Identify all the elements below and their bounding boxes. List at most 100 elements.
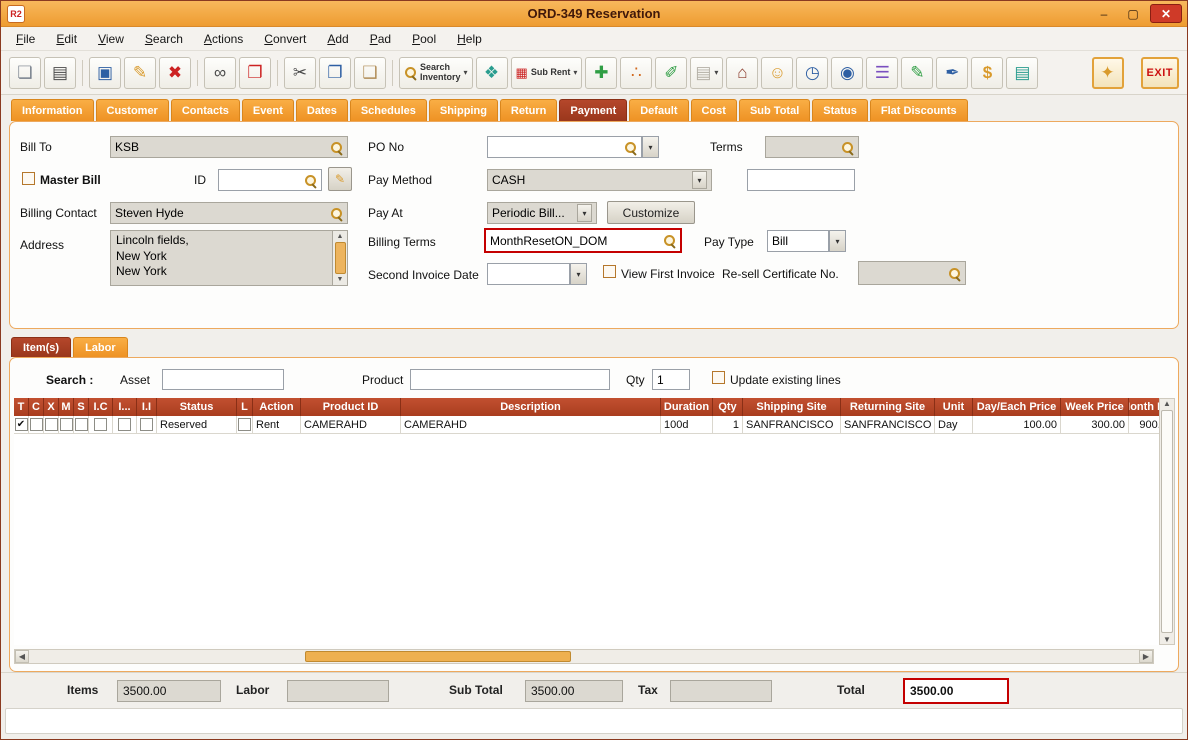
menu-pad[interactable]: Pad bbox=[370, 32, 391, 46]
catalog-button[interactable]: ☰ bbox=[866, 56, 899, 89]
billing-contact-field[interactable]: Steven Hyde bbox=[110, 202, 348, 224]
batch-print-button[interactable]: ▤ ▾ bbox=[690, 56, 724, 89]
customize-button[interactable]: Customize bbox=[607, 201, 695, 224]
close-button[interactable]: ✕ bbox=[1150, 4, 1182, 23]
row-ii-checkbox[interactable] bbox=[140, 418, 153, 431]
search-icon[interactable] bbox=[624, 141, 637, 154]
column-header-action[interactable]: Action bbox=[253, 398, 301, 416]
chevron-down-icon[interactable]: ▾ bbox=[573, 68, 577, 77]
kit-button[interactable]: ∴ bbox=[620, 56, 653, 89]
tab-contacts[interactable]: Contacts bbox=[170, 99, 240, 121]
column-header-description[interactable]: Description bbox=[401, 398, 661, 416]
menu-file[interactable]: File bbox=[16, 32, 35, 46]
tab-event[interactable]: Event bbox=[241, 99, 294, 121]
find-in-page-button[interactable]: ❐ bbox=[239, 56, 271, 89]
column-header-status[interactable]: Status bbox=[157, 398, 237, 416]
po-no-dropdown[interactable]: ▾ bbox=[642, 136, 659, 158]
column-header-i[interactable]: I... bbox=[113, 398, 137, 416]
chevron-down-icon[interactable]: ▾ bbox=[714, 68, 718, 77]
media-button[interactable]: ◉ bbox=[831, 56, 864, 89]
column-header-c[interactable]: C bbox=[29, 398, 44, 416]
search-icon[interactable] bbox=[841, 141, 854, 154]
chevron-down-icon[interactable]: ▾ bbox=[464, 68, 468, 77]
row-ic-checkbox[interactable] bbox=[94, 418, 107, 431]
tab-shipping[interactable]: Shipping bbox=[428, 99, 498, 121]
row-x-checkbox[interactable] bbox=[44, 418, 58, 431]
menu-convert[interactable]: Convert bbox=[264, 32, 306, 46]
tab-customer[interactable]: Customer bbox=[95, 99, 169, 121]
product-input[interactable] bbox=[410, 369, 610, 390]
update-existing-lines-checkbox[interactable] bbox=[712, 371, 725, 384]
items-horizontal-scrollbar[interactable]: ◀ ▶ bbox=[14, 649, 1154, 664]
column-header-unit[interactable]: Unit bbox=[935, 398, 973, 416]
qty-input[interactable]: 1 bbox=[652, 369, 690, 390]
view-first-invoice-checkbox[interactable] bbox=[603, 265, 616, 278]
row-t-checkbox[interactable]: ✔ bbox=[14, 418, 28, 431]
payment-button[interactable]: $ bbox=[971, 56, 1004, 89]
row-m-checkbox[interactable] bbox=[59, 418, 73, 431]
copy-button[interactable]: ❐ bbox=[319, 56, 351, 89]
menu-edit[interactable]: Edit bbox=[56, 32, 77, 46]
chevron-down-icon[interactable]: ▾ bbox=[577, 204, 592, 222]
column-header-product-id[interactable]: Product ID bbox=[301, 398, 401, 416]
pay-type-combo[interactable]: Bill bbox=[767, 230, 829, 252]
paste-button[interactable]: ❑ bbox=[354, 56, 386, 89]
table-row[interactable]: ✔ Reserved Rent CAMERAHD CAMERAHD 100d 1… bbox=[14, 416, 1160, 434]
save-button[interactable]: ▣ bbox=[89, 56, 121, 89]
row-c-checkbox[interactable] bbox=[29, 418, 43, 431]
row-i-checkbox[interactable] bbox=[118, 418, 131, 431]
column-header-duration[interactable]: Duration bbox=[661, 398, 713, 416]
pay-method-combo[interactable]: CASH ▾ bbox=[487, 169, 712, 191]
asset-input[interactable] bbox=[162, 369, 284, 390]
invoice-button[interactable]: ⌂ bbox=[726, 56, 759, 89]
scroll-down-icon[interactable]: ▼ bbox=[1163, 635, 1171, 644]
scrollbar-thumb[interactable] bbox=[1161, 410, 1173, 633]
exit-button[interactable]: EXIT bbox=[1140, 56, 1179, 89]
scroll-down-icon[interactable]: ▼ bbox=[337, 275, 344, 284]
column-header-x[interactable]: X bbox=[44, 398, 59, 416]
scrollbar-thumb[interactable] bbox=[334, 242, 346, 274]
pay-type-dropdown[interactable]: ▾ bbox=[829, 230, 846, 252]
tab-return[interactable]: Return bbox=[499, 99, 558, 121]
pay-method-extra-field[interactable] bbox=[747, 169, 855, 191]
master-key-button[interactable]: ✦ bbox=[1091, 56, 1124, 89]
search-icon[interactable] bbox=[948, 267, 961, 280]
scroll-up-icon[interactable]: ▲ bbox=[1163, 399, 1171, 408]
scroll-left-icon[interactable]: ◀ bbox=[15, 650, 29, 663]
row-l-checkbox[interactable] bbox=[238, 418, 251, 431]
pay-at-combo[interactable]: Periodic Bill... ▾ bbox=[487, 202, 597, 224]
tab-items[interactable]: Item(s) bbox=[11, 337, 72, 357]
tab-sub-total[interactable]: Sub Total bbox=[738, 99, 811, 121]
address-scrollbar[interactable]: ▲ ▼ bbox=[332, 231, 347, 285]
tab-flat-discounts[interactable]: Flat Discounts bbox=[869, 99, 968, 121]
chevron-down-icon[interactable]: ▾ bbox=[692, 171, 707, 189]
menu-actions[interactable]: Actions bbox=[204, 32, 243, 46]
column-header-returning-site[interactable]: Returning Site bbox=[841, 398, 935, 416]
search-icon[interactable] bbox=[330, 141, 343, 154]
column-header-month-price[interactable]: Month Price bbox=[1129, 398, 1160, 416]
tab-information[interactable]: Information bbox=[11, 99, 94, 121]
items-vertical-scrollbar[interactable]: ▲ ▼ bbox=[1159, 398, 1175, 645]
tab-labor[interactable]: Labor bbox=[73, 337, 128, 357]
search-inventory-button[interactable]: Search Inventory ▾ bbox=[399, 56, 473, 89]
column-header-m[interactable]: M bbox=[59, 398, 74, 416]
search-icon[interactable] bbox=[330, 207, 343, 220]
tab-cost[interactable]: Cost bbox=[690, 99, 737, 121]
edit-notes-button[interactable]: ✎ bbox=[901, 56, 934, 89]
id-field[interactable] bbox=[218, 169, 322, 191]
column-header-l[interactable]: L bbox=[237, 398, 253, 416]
maximize-button[interactable]: ▢ bbox=[1121, 4, 1145, 23]
minimize-button[interactable]: – bbox=[1092, 4, 1116, 23]
menu-view[interactable]: View bbox=[98, 32, 124, 46]
menu-search[interactable]: Search bbox=[145, 32, 183, 46]
tab-status[interactable]: Status bbox=[812, 99, 868, 121]
contact-button[interactable]: ☺ bbox=[761, 56, 794, 89]
column-header-ic[interactable]: I.C bbox=[89, 398, 113, 416]
print-button[interactable]: ▤ bbox=[44, 56, 76, 89]
sub-rent-button[interactable]: ▦ Sub Rent ▾ bbox=[510, 56, 583, 89]
add-line-button[interactable]: ✚ bbox=[585, 56, 618, 89]
column-header-s[interactable]: S bbox=[74, 398, 89, 416]
new-button[interactable]: ❏ bbox=[9, 56, 41, 89]
shapes-button[interactable]: ❖ bbox=[475, 56, 508, 89]
tab-default[interactable]: Default bbox=[629, 99, 689, 121]
